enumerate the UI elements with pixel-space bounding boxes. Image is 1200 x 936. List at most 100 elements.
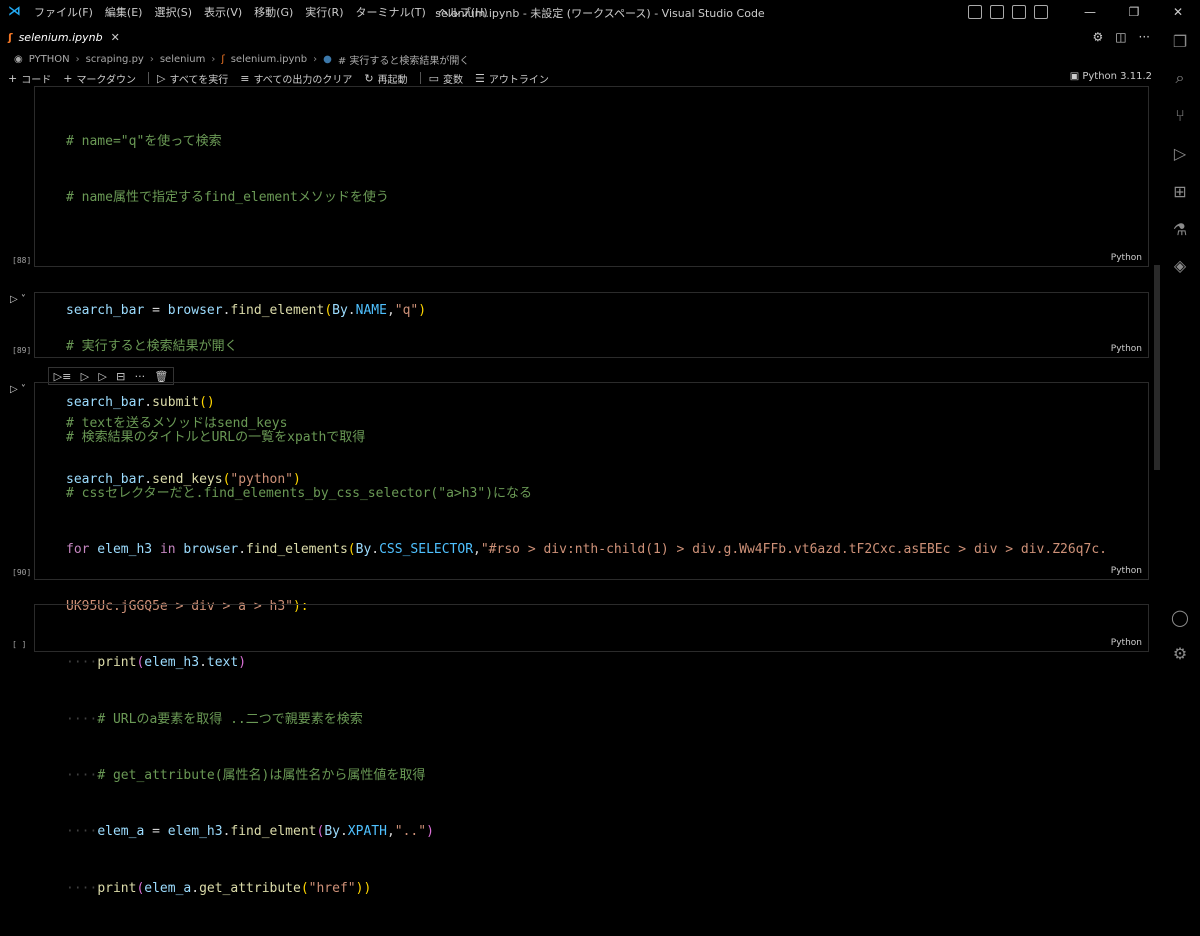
- cell-language[interactable]: Python: [1111, 638, 1142, 648]
- account-icon[interactable]: ◯: [1170, 608, 1190, 628]
- search-icon[interactable]: ⌕: [1170, 68, 1190, 88]
- menu-file[interactable]: ファイル(F): [34, 4, 93, 20]
- code-token: text: [206, 655, 239, 671]
- toggle-primary-sidebar-icon[interactable]: [968, 5, 982, 19]
- code-token: elem_a: [97, 824, 145, 840]
- more-actions-icon[interactable]: ···: [1139, 30, 1150, 44]
- run-cell-button[interactable]: ▷ ˅: [10, 294, 26, 305]
- restart-icon: ↻: [364, 71, 374, 85]
- indent-guide: ····: [66, 767, 98, 783]
- code-token: (: [316, 824, 325, 840]
- code-comment: # name="q"を使って検索: [66, 133, 222, 149]
- code-comment: # URLのa要素を取得 ..二つで親要素を検索: [97, 711, 363, 727]
- code-token: (: [136, 880, 145, 896]
- notebook-editor[interactable]: # name="q"を使って検索 # name属性で指定するfind_eleme…: [0, 86, 1160, 896]
- kernel-label: Python 3.11.2: [1082, 71, 1152, 82]
- explorer-icon[interactable]: ❐: [1170, 32, 1190, 52]
- menu-selection[interactable]: 選択(S): [154, 4, 192, 20]
- code-cell-empty[interactable]: Python: [34, 604, 1149, 652]
- jupyter-icon: ʃ: [8, 30, 13, 44]
- breadcrumb-cell[interactable]: # 実行すると検索結果が開く: [338, 52, 470, 67]
- breadcrumb-python[interactable]: PYTHON: [29, 54, 70, 65]
- customize-layout-icon[interactable]: [1034, 5, 1048, 19]
- breadcrumb-notebook[interactable]: selenium.ipynb: [231, 54, 307, 65]
- minimize-button[interactable]: —: [1068, 5, 1112, 19]
- code-token: .: [238, 542, 247, 558]
- code-token: By: [324, 824, 340, 840]
- tab-selenium-ipynb[interactable]: ʃ selenium.ipynb ✕: [0, 24, 128, 50]
- cell-language[interactable]: Python: [1111, 566, 1142, 576]
- split-editor-icon[interactable]: ◫: [1115, 30, 1126, 44]
- chevron-right-icon: ›: [149, 53, 154, 65]
- kernel-icon: ▣: [1069, 71, 1083, 82]
- cell-language[interactable]: Python: [1111, 344, 1142, 354]
- code-token: "#rso > div:nth-child(1) > div.g.Ww4FFb.…: [480, 542, 1107, 558]
- add-markdown-button[interactable]: + マークダウン: [63, 71, 136, 86]
- breadcrumb-selenium[interactable]: selenium: [160, 54, 206, 65]
- code-token: (: [300, 880, 309, 896]
- toggle-panel-icon[interactable]: [990, 5, 1004, 19]
- variables-button[interactable]: ▭ 変数: [429, 71, 463, 86]
- run-debug-icon[interactable]: ▷: [1170, 144, 1190, 164]
- code-token: ,: [386, 824, 395, 840]
- menu-view[interactable]: 表示(V): [204, 4, 242, 20]
- close-tab-icon[interactable]: ✕: [111, 31, 120, 44]
- python-icon[interactable]: ◈: [1170, 256, 1190, 276]
- cell-language[interactable]: Python: [1111, 253, 1142, 263]
- plus-icon: +: [8, 71, 18, 85]
- code-token: CSS_SELECTOR: [379, 542, 474, 558]
- clear-outputs-button[interactable]: ≡ すべての出力のクリア: [240, 71, 352, 86]
- code-token: get_attribute: [199, 880, 301, 896]
- restore-button[interactable]: ❐: [1112, 5, 1156, 19]
- code-token: elem_h3: [144, 655, 200, 671]
- add-code-button[interactable]: + コード: [8, 71, 51, 86]
- add-code-label: コード: [21, 74, 52, 86]
- indent-guide: ····: [66, 824, 98, 840]
- breadcrumb-scraping[interactable]: scraping.py: [86, 54, 144, 65]
- clear-all-icon: ≡: [240, 71, 250, 85]
- run-cell-button[interactable]: ▷ ˅: [10, 384, 26, 395]
- menu-edit[interactable]: 編集(E): [105, 4, 143, 20]
- code-cell-89[interactable]: # 実行すると検索結果が開く search_bar.submit() Pytho…: [34, 292, 1149, 410]
- code-token: .: [371, 542, 380, 558]
- code-token: ): [426, 824, 434, 840]
- code-token: ,: [473, 542, 481, 558]
- execution-count: [89]: [12, 346, 32, 355]
- code-cell-90[interactable]: # 検索結果のタイトルとURLの一覧をxpathで取得 # cssセレクターだと…: [34, 382, 1149, 896]
- source-control-icon[interactable]: ⑂: [1170, 106, 1190, 126]
- restart-button[interactable]: ↻ 再起動: [364, 71, 407, 86]
- menu-terminal[interactable]: ターミナル(T): [356, 4, 426, 20]
- outline-label: アウトライン: [488, 74, 549, 86]
- code-token: browser: [175, 542, 239, 558]
- code-token: print: [97, 880, 137, 896]
- execution-count: [ ]: [12, 640, 27, 649]
- python-folder-icon: ◉: [14, 53, 23, 65]
- cell-code[interactable]: # 検索結果のタイトルとURLの一覧をxpathで取得 # cssセレクターだと…: [66, 391, 1107, 936]
- manage-gear-icon[interactable]: ⚙: [1170, 644, 1190, 664]
- code-cell-88[interactable]: # name="q"を使って検索 # name属性で指定するfind_eleme…: [34, 86, 1149, 487]
- run-all-button[interactable]: ▷ すべてを実行: [157, 71, 228, 86]
- code-token: print: [97, 655, 137, 671]
- code-token: .: [199, 655, 207, 671]
- execution-count: [88]: [12, 256, 32, 265]
- gear-icon[interactable]: ⚙: [1092, 30, 1103, 44]
- menu-run[interactable]: 実行(R): [305, 4, 343, 20]
- code-comment: # 実行すると検索結果が開く: [66, 338, 238, 354]
- toolbar-divider: [419, 72, 421, 84]
- outline-button[interactable]: ☰ アウトライン: [475, 71, 549, 86]
- code-comment: # get_attribute(属性名)は属性名から属性値を取得: [97, 767, 426, 783]
- menu-go[interactable]: 移動(G): [254, 4, 293, 20]
- testing-icon[interactable]: ⚗: [1170, 220, 1190, 240]
- kernel-picker[interactable]: ▣ Python 3.11.2: [1070, 71, 1152, 82]
- chevron-right-icon: ›: [313, 53, 318, 65]
- toggle-secondary-sidebar-icon[interactable]: [1012, 5, 1026, 19]
- indent-guide: ····: [66, 655, 98, 671]
- extensions-icon[interactable]: ⊞: [1170, 182, 1190, 202]
- vscode-logo-icon: ⋊: [8, 4, 21, 19]
- run-all-icon: ▷: [157, 71, 166, 85]
- restart-label: 再起動: [377, 74, 408, 86]
- close-window-button[interactable]: ✕: [1156, 5, 1200, 19]
- code-comment: # name属性で指定するfind_elementメソッドを使う: [66, 189, 389, 205]
- menu-help[interactable]: ヘルプ(H): [438, 4, 488, 20]
- code-token: for: [66, 542, 90, 558]
